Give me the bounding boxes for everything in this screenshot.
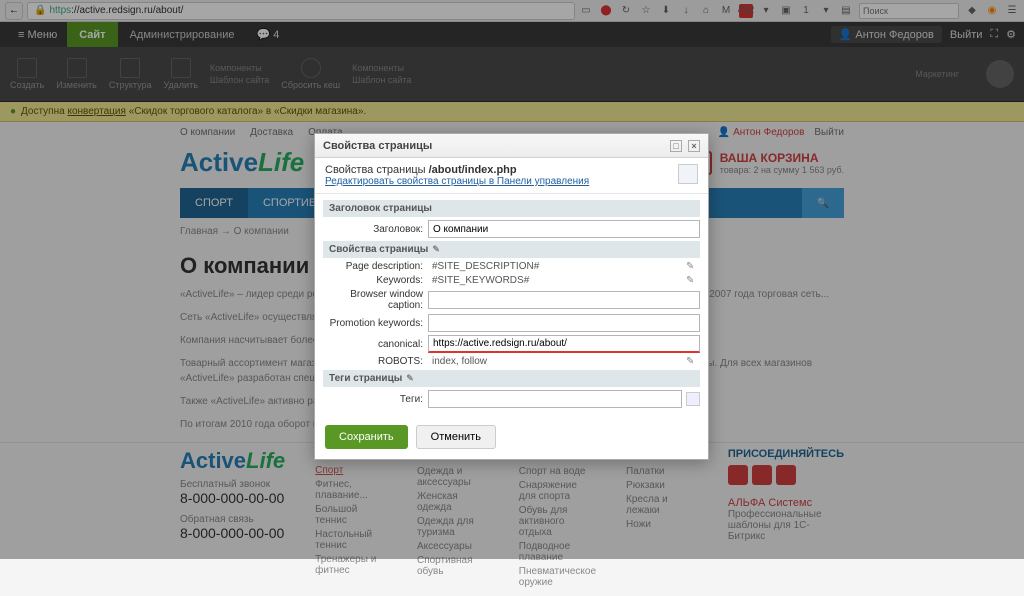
value-robots: index, follow: [428, 356, 682, 367]
edit-icon[interactable]: ✎: [406, 373, 414, 384]
cancel-button[interactable]: Отменить: [416, 425, 496, 449]
modal-title: Свойства страницы: [323, 140, 432, 152]
label-desc: Page description:: [323, 261, 428, 272]
modal-path: Свойства страницы /about/index.php: [325, 164, 678, 176]
edit-icon[interactable]: ✎: [432, 244, 440, 255]
label-browser: Browser window caption:: [323, 289, 428, 311]
input-heading[interactable]: [428, 220, 700, 238]
label-heading: Заголовок:: [323, 224, 428, 235]
save-button[interactable]: Сохранить: [325, 425, 408, 449]
footer-link[interactable]: Пневматическое оружие: [519, 566, 596, 588]
label-keywords: Keywords:: [323, 275, 428, 286]
tag-picker-icon[interactable]: [686, 392, 700, 406]
modal-subheader: Свойства страницы /about/index.php Редак…: [315, 158, 708, 194]
page-properties-modal: Свойства страницы □ × Свойства страницы …: [314, 133, 709, 460]
page-icon: [678, 164, 698, 184]
value-desc: #SITE_DESCRIPTION#: [428, 261, 682, 272]
section-tags: Теги страницы✎: [323, 370, 700, 387]
edit-in-panel-link[interactable]: Редактировать свойства страницы в Панели…: [325, 176, 678, 187]
edit-keywords-icon[interactable]: ✎: [686, 275, 700, 286]
input-promo[interactable]: [428, 314, 700, 332]
value-keywords: #SITE_KEYWORDS#: [428, 275, 682, 286]
section-props: Свойства страницы✎: [323, 241, 700, 258]
modal-footer: Сохранить Отменить: [315, 415, 708, 459]
edit-desc-icon[interactable]: ✎: [686, 261, 700, 272]
input-browser[interactable]: [428, 291, 700, 309]
label-robots: ROBOTS:: [323, 356, 428, 367]
input-tags[interactable]: [428, 390, 682, 408]
input-canonical[interactable]: [428, 335, 700, 353]
maximize-icon[interactable]: □: [670, 140, 682, 152]
section-heading: Заголовок страницы: [323, 200, 700, 217]
label-promo: Promotion keywords:: [323, 318, 428, 329]
label-canonical: canonical:: [323, 339, 428, 350]
close-icon[interactable]: ×: [688, 140, 700, 152]
label-tags: Теги:: [323, 394, 428, 405]
edit-robots-icon[interactable]: ✎: [686, 356, 700, 367]
modal-header[interactable]: Свойства страницы □ ×: [315, 134, 708, 158]
